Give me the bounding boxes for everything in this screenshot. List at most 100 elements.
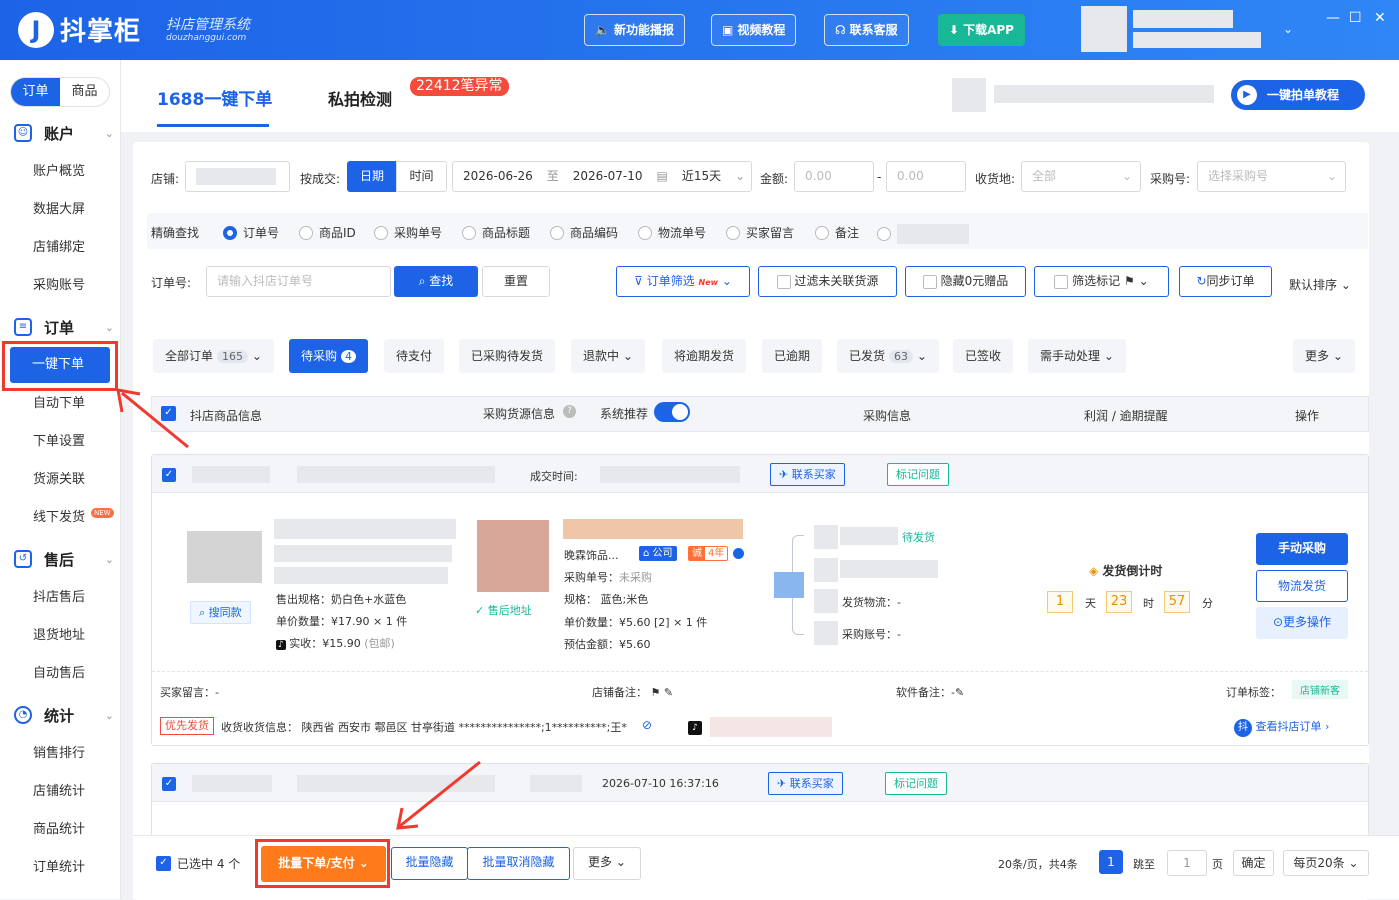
sort-select[interactable]: 默认排序 ⌄	[1289, 276, 1351, 293]
radio-hidden[interactable]	[877, 224, 969, 244]
sidebar-item-data-screen[interactable]: 数据大屏	[0, 191, 121, 229]
new-feature-button[interactable]: 🔈 新功能播报	[584, 14, 685, 46]
amount-max-input[interactable]: 0.00	[886, 161, 966, 192]
tab-manual[interactable]: 需手动处理 ⌄	[1028, 339, 1126, 373]
contact-service-button[interactable]: ☊ 联系客服	[824, 14, 909, 46]
tutorial-button[interactable]: ▶ 一键拍单教程	[1231, 80, 1365, 110]
source-title[interactable]	[563, 519, 743, 539]
batch-more-button[interactable]: 更多 ⌄	[573, 847, 641, 880]
eye-hidden-icon[interactable]: ⊘	[642, 718, 652, 732]
tab-one-click-order[interactable]: 1688一键下单	[157, 85, 272, 110]
download-app-button[interactable]: ⬇ 下载APP	[938, 14, 1025, 46]
aftersale-address[interactable]: ✓ 售后地址	[475, 602, 532, 618]
user-chevron-down-icon[interactable]: ⌄	[1283, 22, 1293, 36]
manual-purchase-button[interactable]: 手动采购	[1256, 533, 1348, 565]
sidebar-item-order-stats[interactable]: 订单统计	[0, 849, 121, 887]
date-range-picker[interactable]: 2026-06-26 至 2026-07-10 ▤ 近15天 ⌄	[452, 161, 752, 192]
source-image[interactable]	[477, 520, 549, 592]
filter-unlinked-checkbox[interactable]: 过滤未关联货源	[758, 266, 897, 297]
avatar[interactable]	[1081, 6, 1127, 52]
close-button[interactable]: ✕	[1374, 10, 1386, 26]
sidebar-item-offline-ship[interactable]: 线下发货	[0, 499, 121, 537]
radio-product-id[interactable]: 商品ID	[299, 224, 356, 241]
jump-input[interactable]: 1	[1167, 850, 1207, 876]
tab-signed[interactable]: 已签收	[953, 339, 1014, 373]
flag-filter-button[interactable]: 筛选标记 ⚑ ⌄	[1034, 266, 1169, 297]
contact-buyer-button-2[interactable]: ✈ 联系买家	[768, 772, 843, 795]
group-account[interactable]: ☺ 账户 ⌄	[14, 121, 114, 145]
mark-issue-button-2[interactable]: 标记问题	[885, 772, 947, 795]
order-checkbox-2[interactable]: ✓	[162, 777, 176, 791]
more-ops-button[interactable]: ⊙更多操作	[1256, 607, 1348, 639]
recommend-toggle[interactable]	[654, 402, 690, 422]
jump-confirm-button[interactable]: 确定	[1233, 850, 1274, 876]
page-1-button[interactable]: 1	[1099, 850, 1123, 874]
sidebar-item-product-stats[interactable]: 商品统计	[0, 811, 121, 849]
tab-pending-purchase[interactable]: 待采购 4	[289, 339, 369, 373]
soft-note[interactable]: 软件备注：-✎	[896, 684, 964, 700]
order-filter-button[interactable]: ⊽ 订单筛选 New ⌄	[616, 266, 750, 297]
sidebar-item-auto-aftersale[interactable]: 自动售后	[0, 655, 121, 693]
sidebar-item-one-click-order[interactable]: 一键下单	[10, 347, 110, 383]
group-stats[interactable]: ◔ 统计 ⌄	[14, 703, 114, 727]
batch-unhide-button[interactable]: 批量取消隐藏	[467, 847, 570, 880]
selected-count[interactable]: ✓ 已选中 4 个	[156, 855, 240, 872]
group-order[interactable]: ≡ 订单 ⌄	[14, 315, 114, 339]
sidebar-item-account-overview[interactable]: 账户概览	[0, 153, 121, 191]
sidebar-item-shop-stats[interactable]: 店铺统计	[0, 773, 121, 811]
product-title[interactable]	[274, 519, 456, 539]
sync-orders-button[interactable]: ↻同步订单	[1179, 266, 1272, 297]
sidebar-item-sales-rank[interactable]: 销售排行	[0, 735, 121, 773]
search-button[interactable]: ⌕ 查找	[394, 266, 478, 297]
mark-issue-button[interactable]: 标记问题	[887, 463, 949, 486]
radio-order-no[interactable]: 订单号	[223, 224, 279, 241]
sidebar-item-purchase-account[interactable]: 采购账号	[0, 267, 121, 305]
radio-product-code[interactable]: 商品编码	[550, 224, 618, 241]
reset-button[interactable]: 重置	[482, 266, 550, 297]
group-aftersale[interactable]: ↺ 售后 ⌄	[14, 547, 114, 571]
radio-product-title[interactable]: 商品标题	[462, 224, 530, 241]
sidebar-item-shop-aftersale[interactable]: 抖店售后	[0, 579, 121, 617]
tab-pending-pay[interactable]: 待支付	[384, 339, 445, 373]
order-no-input[interactable]: 请输入抖店订单号	[206, 266, 391, 297]
sidebar-item-auto-order[interactable]: 自动下单	[0, 385, 121, 423]
radio-buyer-msg[interactable]: 买家留言	[726, 224, 794, 241]
amount-min-input[interactable]: 0.00	[794, 161, 874, 192]
tab-more[interactable]: 更多 ⌄	[1293, 339, 1355, 373]
select-all-checkbox[interactable]: ✓	[161, 406, 176, 421]
sidebar-item-source-link[interactable]: 货源关联	[0, 461, 121, 499]
date-mode-time[interactable]: 时间	[396, 161, 447, 192]
batch-order-pay-button[interactable]: 批量下单/支付 ⌄	[261, 846, 386, 882]
radio-remark[interactable]: 备注	[815, 224, 859, 241]
contact-buyer-button[interactable]: ✈ 联系买家	[770, 463, 845, 486]
toggle-order[interactable]: 订单	[11, 78, 60, 106]
ship-select[interactable]: 全部 ⌄	[1021, 161, 1141, 192]
minimize-button[interactable]: —	[1326, 10, 1340, 26]
per-page-select[interactable]: 每页20条 ⌄	[1283, 850, 1369, 876]
tab-refunding[interactable]: 退款中 ⌄	[571, 339, 645, 373]
sidebar-item-shop-bind[interactable]: 店铺绑定	[0, 229, 121, 267]
radio-logistics-no[interactable]: 物流单号	[638, 224, 706, 241]
sidebar-item-return-address[interactable]: 退货地址	[0, 617, 121, 655]
tab-shipped[interactable]: 已发货 63 ⌄	[837, 339, 939, 373]
batch-hide-button[interactable]: 批量隐藏	[391, 847, 468, 880]
tab-private-check[interactable]: 私拍检测	[328, 86, 392, 110]
find-same-button[interactable]: ⌕ 搜同款	[190, 601, 251, 624]
logistics-ship-button[interactable]: 物流发货	[1256, 570, 1348, 602]
supplier-name[interactable]: 晚霖饰品...	[564, 547, 619, 563]
tab-purchased-wait-ship[interactable]: 已采购待发货	[459, 339, 556, 373]
order-checkbox[interactable]: ✓	[162, 468, 176, 482]
video-tutorial-button[interactable]: ▣ 视频教程	[711, 14, 797, 46]
tab-all-orders[interactable]: 全部订单 165 ⌄	[153, 339, 274, 373]
view-shop-order-link[interactable]: 抖 查看抖店订单 ›	[1234, 718, 1329, 737]
toggle-product[interactable]: 商品	[60, 78, 109, 106]
product-image[interactable]	[187, 531, 262, 583]
purchase-select[interactable]: 选择采购号 ⌄	[1197, 161, 1346, 192]
radio-purchase-no[interactable]: 采购单号	[374, 224, 442, 241]
hide-zero-checkbox[interactable]: 隐藏0元赠品	[905, 266, 1026, 297]
shop-note[interactable]: 店铺备注： ⚑ ✎	[592, 684, 673, 700]
date-mode-date[interactable]: 日期	[347, 161, 397, 192]
maximize-button[interactable]: ☐	[1349, 10, 1362, 26]
tab-overdue-soon[interactable]: 将逾期发货	[662, 339, 747, 373]
shop-select[interactable]	[185, 161, 290, 192]
